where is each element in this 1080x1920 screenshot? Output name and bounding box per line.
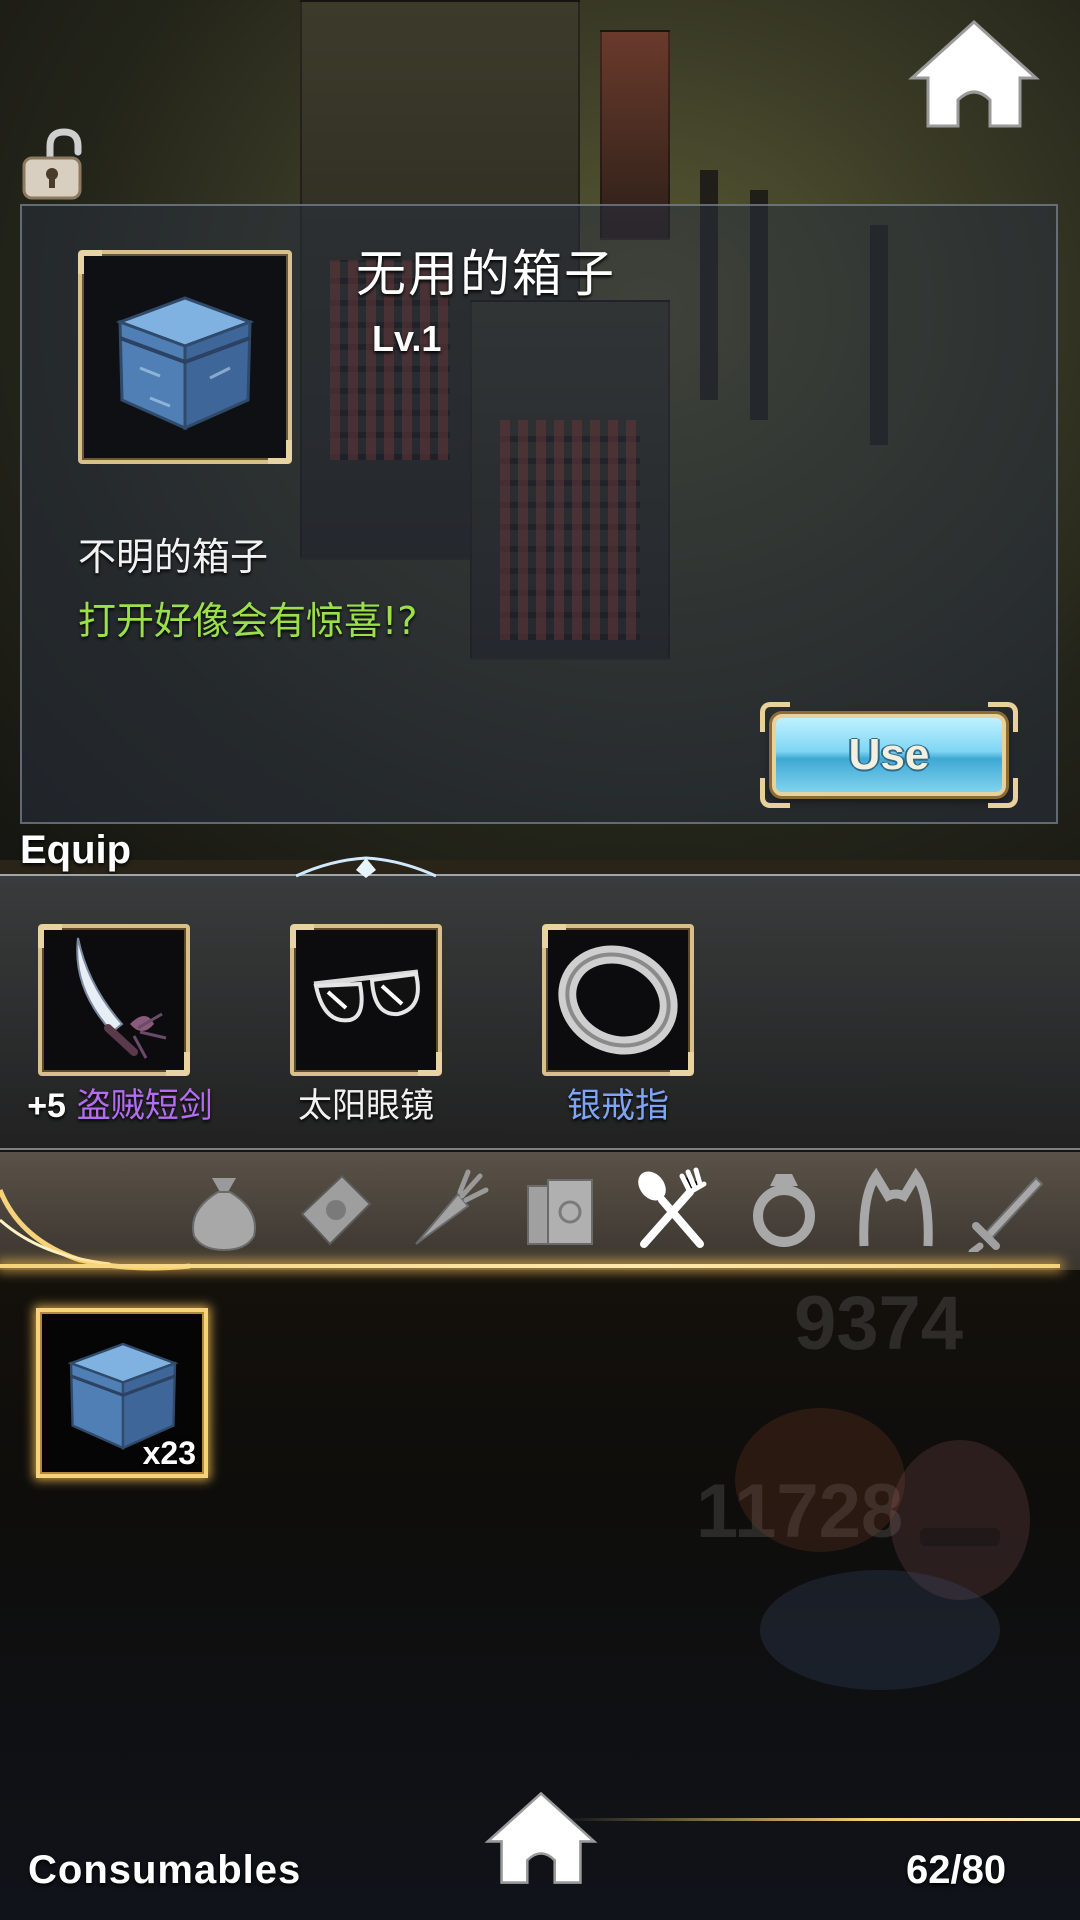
inventory-capacity: 62/80 (906, 1848, 1007, 1892)
item-flavor-text: 打开好像会有惊喜!? (78, 599, 418, 643)
item-level: Lv.1 (372, 318, 442, 359)
frame-corner (38, 924, 62, 948)
item-detail-panel: 无用的箱子 Lv.1 不明的箱子 打开好像会有惊喜!? Use (20, 204, 1058, 824)
carrot-icon (415, 1169, 489, 1245)
cat-ears-icon (859, 1167, 933, 1247)
ring-icon (753, 1174, 815, 1247)
use-button[interactable]: Use (758, 700, 1020, 810)
swoosh-ornament-icon (0, 1189, 191, 1271)
tab-headgear[interactable] (854, 1166, 938, 1252)
equip-section-title: Equip (20, 828, 132, 872)
frame-corner (78, 250, 102, 274)
category-divider (0, 1264, 1060, 1268)
equip-name: 银戒指 (567, 1086, 669, 1126)
house-icon (908, 19, 1040, 128)
unlocked-padlock-icon (22, 128, 82, 200)
equip-label-eyewear: 太阳眼镜 (246, 1078, 486, 1127)
equip-label-ring: 银戒指 (498, 1078, 738, 1127)
damage-number: 9374 (794, 1281, 964, 1366)
blue-box-icon (115, 296, 255, 431)
item-count: x23 (142, 1435, 196, 1471)
item-description: 不明的箱子 (78, 535, 269, 579)
fork-spoon-icon (638, 1167, 707, 1248)
equip-label-weapon: +5 盗贼短剑 (0, 1078, 240, 1127)
inventory-slot[interactable]: x23 (36, 1308, 208, 1478)
tab-material[interactable] (406, 1166, 490, 1252)
tab-bag[interactable] (182, 1166, 266, 1252)
item-icon-frame (78, 250, 292, 464)
crest-ornament-icon (296, 856, 436, 878)
item-name: 无用的箱子 (356, 245, 616, 303)
tab-accessory[interactable] (742, 1166, 826, 1252)
equip-slot-ring[interactable] (542, 924, 694, 1076)
home-button[interactable] (908, 18, 1040, 130)
money-bag-icon (192, 1178, 256, 1252)
tab-consumables[interactable] (630, 1166, 714, 1252)
sunglasses-icon (313, 969, 420, 1023)
use-button-label: Use (848, 730, 930, 779)
tab-weapon[interactable] (966, 1166, 1050, 1256)
frame-corner (542, 924, 566, 948)
tab-scroll[interactable] (294, 1166, 378, 1252)
category-name: Consumables (28, 1848, 302, 1892)
book-icon (527, 1179, 593, 1245)
equip-name: 太阳眼镜 (298, 1086, 434, 1126)
enhance-level: +5 (27, 1087, 66, 1125)
equip-slot-weapon[interactable] (38, 924, 190, 1076)
tab-book[interactable] (518, 1166, 602, 1252)
frame-corner (290, 924, 314, 948)
house-icon (484, 1791, 598, 1884)
ring-icon (558, 945, 678, 1055)
frame-corner (670, 1052, 694, 1076)
unlock-button[interactable] (20, 128, 84, 200)
sword-icon (968, 1176, 1044, 1256)
frame-corner (166, 1052, 190, 1076)
frame-corner (268, 440, 292, 464)
envelope-icon (300, 1174, 372, 1246)
equip-slot-eyewear[interactable] (290, 924, 442, 1076)
footer-divider (560, 1818, 1080, 1821)
home-button-bottom[interactable] (484, 1790, 598, 1886)
equip-name: 盗贼短剑 (76, 1086, 213, 1126)
dagger-icon (76, 937, 167, 1059)
character-silhouette (735, 1408, 1030, 1690)
frame-corner (418, 1052, 442, 1076)
